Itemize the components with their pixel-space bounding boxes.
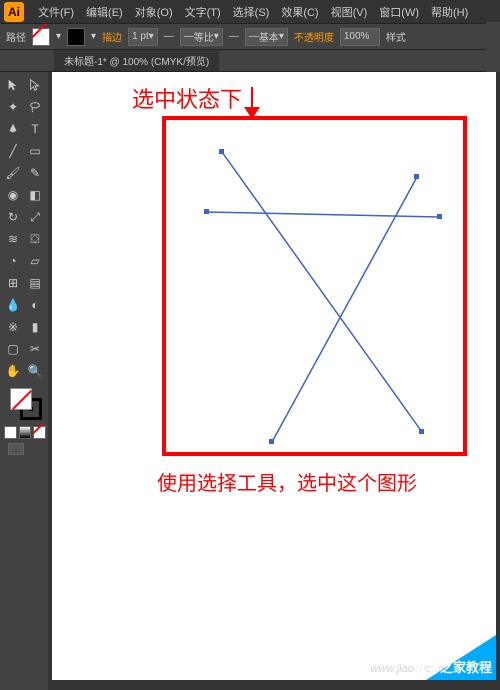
opacity-label[interactable]: 不透明度	[294, 29, 334, 44]
menu-effect[interactable]: 效果(C)	[275, 4, 324, 20]
screen-mode[interactable]	[8, 443, 24, 455]
dash-icon: —	[229, 31, 239, 42]
annotation-instruction: 使用选择工具，选中这个图形	[157, 467, 417, 496]
menu-window[interactable]: 窗口(W)	[373, 4, 425, 20]
selection-tool[interactable]	[2, 74, 24, 96]
dash-icon[interactable]: —	[164, 31, 174, 42]
stroke-swatch[interactable]	[67, 28, 85, 46]
line-tool[interactable]: ╱	[2, 140, 24, 162]
canvas[interactable]: 选中状态下 使用选择工具，选中这个图形 www.jiaocheng.jb51.n…	[48, 72, 500, 690]
mesh-tool[interactable]: ⊞	[2, 272, 24, 294]
style-label[interactable]: 样式	[386, 29, 406, 44]
fill-stroke-swatch[interactable]	[10, 388, 42, 420]
symbol-sprayer-tool[interactable]: ※	[2, 316, 24, 338]
app-icon: Ai	[4, 2, 24, 22]
pencil-tool[interactable]: ✎	[24, 162, 46, 184]
profile-dropdown[interactable]: — 等比 ▾	[180, 28, 223, 46]
brush-tool[interactable]: 🖌	[2, 162, 24, 184]
menu-object[interactable]: 对象(O)	[129, 4, 179, 20]
menu-type[interactable]: 文字(T)	[179, 4, 227, 20]
opacity-input[interactable]	[340, 28, 380, 46]
graph-tool[interactable]: ▮	[24, 316, 46, 338]
scale-tool[interactable]: ⤢	[24, 206, 46, 228]
direct-selection-tool[interactable]	[24, 74, 46, 96]
menu-view[interactable]: 视图(V)	[325, 4, 374, 20]
width-tool[interactable]: ≋	[2, 228, 24, 250]
fill-swatch[interactable]	[32, 28, 50, 46]
menu-file[interactable]: 文件(F)	[32, 4, 80, 20]
document-tab[interactable]: 未标题-1* @ 100% (CMYK/预览)	[54, 50, 219, 71]
gradient-mode[interactable]	[19, 426, 32, 439]
chevron-down-icon[interactable]: ▾	[56, 31, 61, 42]
chevron-down-icon[interactable]: ▾	[91, 31, 96, 42]
eraser-tool[interactable]: ◧	[24, 184, 46, 206]
fill-color[interactable]	[10, 388, 32, 410]
color-mode[interactable]	[4, 426, 17, 439]
menu-help[interactable]: 帮助(H)	[425, 4, 474, 20]
lasso-tool[interactable]	[24, 96, 46, 118]
slice-tool[interactable]: ✂	[24, 338, 46, 360]
menu-edit[interactable]: 编辑(E)	[80, 4, 129, 20]
path-shape[interactable]	[172, 142, 457, 452]
artboard[interactable]: 选中状态下 使用选择工具，选中这个图形 www.jiaocheng.jb51.n…	[52, 72, 496, 680]
stroke-weight-input[interactable]: 1 pt ▾	[128, 28, 158, 46]
rotate-tool[interactable]: ↻	[2, 206, 24, 228]
brush-dropdown[interactable]: — 基本 ▾	[245, 28, 288, 46]
hand-tool[interactable]: ✋	[2, 360, 24, 382]
zoom-tool[interactable]: 🔍	[24, 360, 46, 382]
stroke-label[interactable]: 描边	[102, 29, 122, 44]
artboard-tool[interactable]: ▢	[2, 338, 24, 360]
gradient-tool[interactable]: ▤	[24, 272, 46, 294]
annotation-selected-state: 选中状态下	[132, 82, 242, 114]
blob-brush-tool[interactable]: ◉	[2, 184, 24, 206]
path-label: 路径	[6, 29, 26, 44]
type-tool[interactable]: T	[24, 118, 46, 140]
none-mode[interactable]	[33, 426, 46, 439]
corner-brand: 脚本之家教程	[414, 657, 492, 676]
magic-wand-tool[interactable]: ✦	[2, 96, 24, 118]
rectangle-tool[interactable]: ▭	[24, 140, 46, 162]
perspective-tool[interactable]: ▱	[24, 250, 46, 272]
free-transform-tool[interactable]: ⛋	[24, 228, 46, 250]
shape-builder-tool[interactable]: ◔	[2, 250, 24, 272]
blend-tool[interactable]: ◐	[24, 294, 46, 316]
menu-select[interactable]: 选择(S)	[227, 4, 276, 20]
toolbar: ✦ T ╱▭ 🖌✎ ◉◧ ↻⤢ ≋⛋ ◔▱ ⊞▤ 💧◐ ※▮ ▢✂ ✋🔍	[0, 72, 48, 690]
pen-tool[interactable]	[2, 118, 24, 140]
eyedropper-tool[interactable]: 💧	[2, 294, 24, 316]
